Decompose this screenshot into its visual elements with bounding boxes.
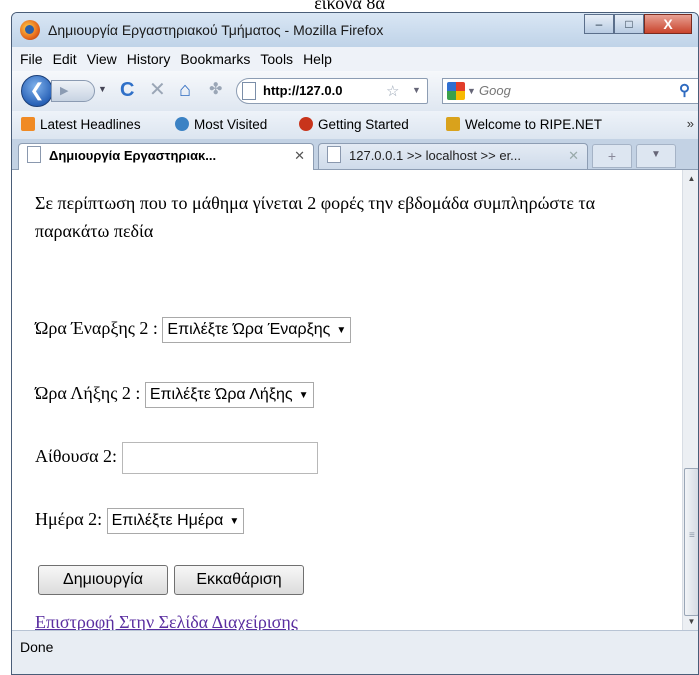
menu-bar: File Edit View History Bookmarks Tools Help [12, 47, 698, 72]
menu-edit[interactable]: Edit [48, 47, 82, 71]
globe-icon [175, 117, 189, 131]
bookmark-getting-started[interactable]: Getting Started [299, 116, 409, 134]
chevron-down-icon: ▼ [229, 515, 240, 527]
search-icon[interactable]: ⚲ [679, 81, 690, 99]
day-select[interactable]: Επιλέξτε Ημέρα ▼ [106, 507, 245, 534]
url-bar[interactable]: http://127.0.0 ☆ ▼ [236, 78, 428, 104]
start-time-label: Ώρα Έναρξης 2 : [35, 318, 158, 338]
reload-icon[interactable]: C [120, 80, 134, 100]
day-row: Ημέρα 2: Επιλέξτε Ημέρα ▼ [35, 505, 245, 534]
search-bar[interactable]: ▼ Goog ⚲ [442, 78, 698, 104]
navigation-toolbar: ❮ ▶ ▼ C ✕ ⌂ ✤ http://127.0.0 ☆ ▼ ▼ Goog … [12, 71, 698, 111]
scroll-up-icon[interactable]: ▲ [683, 170, 698, 187]
tab-close-icon[interactable]: ✕ [294, 144, 305, 168]
tab-label: 127.0.0.1 >> localhost >> er... [349, 148, 522, 163]
menu-help[interactable]: Help [298, 47, 337, 71]
title-bar: Δημιουργία Εργαστηριακού Τμήματος - Mozi… [12, 13, 698, 47]
forward-button[interactable]: ▶ [51, 80, 95, 102]
rss-icon [21, 117, 35, 131]
menu-history[interactable]: History [122, 47, 176, 71]
status-bar: Done [12, 630, 698, 674]
menu-tools[interactable]: Tools [255, 47, 298, 71]
create-button[interactable]: Δημιουργία [38, 565, 168, 595]
tab-localhost[interactable]: 127.0.0.1 >> localhost >> er... ✕ [318, 143, 588, 169]
vertical-scrollbar[interactable]: ▲ ≡ ▼ [682, 170, 698, 630]
end-time-row: Ώρα Λήξης 2 : Επιλέξτε Ώρα Λήξης ▼ [35, 379, 314, 408]
bookmarks-overflow-button[interactable]: » [687, 116, 694, 131]
chevron-down-icon: ▼ [336, 324, 347, 336]
search-engine-icon[interactable] [447, 82, 465, 100]
bookmark-latest-headlines[interactable]: Latest Headlines [21, 116, 141, 134]
page-icon [242, 82, 256, 100]
menu-file[interactable]: File [15, 47, 48, 71]
start-time-row: Ώρα Έναρξης 2 : Επιλέξτε Ώρα Έναρξης ▼ [35, 314, 352, 343]
tab-create-lab[interactable]: Δημιουργία Εργαστηριακ... ✕ [18, 143, 314, 170]
back-to-admin-link[interactable]: Επιστροφή Στην Σελίδα Διαχείρισης [35, 612, 298, 630]
window-title: Δημιουργία Εργαστηριακού Τμήματος - Mozi… [48, 22, 384, 38]
url-text[interactable]: http://127.0.0 [263, 83, 342, 98]
url-dropdown-icon[interactable]: ▼ [412, 85, 421, 95]
window-controls: – □ X [584, 14, 692, 36]
search-input[interactable]: Goog [479, 83, 511, 98]
tab-bar: Δημιουργία Εργαστηριακ... ✕ 127.0.0.1 >>… [12, 139, 698, 170]
close-button[interactable]: X [644, 14, 692, 34]
room-label: Αίθουσα 2: [35, 446, 118, 467]
firefox-icon [299, 117, 313, 131]
menu-bookmarks[interactable]: Bookmarks [175, 47, 255, 71]
status-text: Done [20, 639, 54, 655]
back-button[interactable]: ❮ [21, 75, 53, 107]
scroll-down-icon[interactable]: ▼ [683, 613, 698, 630]
clear-button[interactable]: Εκκαθάριση [174, 565, 304, 595]
end-time-select[interactable]: Επιλέξτε Ώρα Λήξης ▼ [144, 381, 314, 408]
star-icon[interactable]: ☆ [386, 82, 399, 100]
bookmark-most-visited[interactable]: Most Visited [175, 116, 267, 134]
firefox-icon [20, 20, 40, 40]
page-content: Σε περίπτωση που το μάθημα γίνεται 2 φορ… [12, 170, 682, 630]
bookmark-icon[interactable]: ✤ [209, 80, 222, 100]
intro-text: Σε περίπτωση που το μάθημα γίνεται 2 φορ… [35, 193, 596, 241]
stop-icon[interactable]: ✕ [149, 80, 166, 100]
end-time-label: Ώρα Λήξης 2 : [35, 383, 141, 403]
bookmarks-toolbar: Latest Headlines Most Visited Getting St… [12, 111, 698, 140]
new-tab-button[interactable]: + [592, 144, 632, 168]
chevron-down-icon: ▼ [298, 389, 309, 401]
page-icon [27, 146, 41, 163]
home-icon[interactable]: ⌂ [179, 80, 191, 100]
tab-close-icon[interactable]: ✕ [568, 144, 579, 168]
grip-icon: ≡ [689, 530, 695, 541]
maximize-button[interactable]: □ [614, 14, 644, 34]
room-input[interactable] [121, 442, 318, 474]
browser-window: Δημιουργία Εργαστηριακού Τμήματος - Mozi… [11, 12, 699, 675]
tab-label: Δημιουργία Εργαστηριακ... [49, 148, 217, 163]
menu-view[interactable]: View [82, 47, 122, 71]
page-icon [327, 146, 341, 163]
tab-list-button[interactable]: ▼ [636, 144, 676, 168]
scrollbar-thumb[interactable]: ≡ [684, 468, 698, 616]
bookmark-ripe[interactable]: Welcome to RIPE.NET [446, 116, 602, 134]
search-engine-dropdown-icon[interactable]: ▼ [467, 86, 476, 96]
start-time-select[interactable]: Επιλέξτε Ώρα Έναρξης ▼ [162, 316, 352, 343]
room-row: Αίθουσα 2: [35, 442, 318, 474]
history-dropdown-icon[interactable]: ▼ [98, 84, 107, 94]
minimize-button[interactable]: – [584, 14, 614, 34]
ripe-icon [446, 117, 460, 131]
day-label: Ημέρα 2: [35, 509, 103, 529]
